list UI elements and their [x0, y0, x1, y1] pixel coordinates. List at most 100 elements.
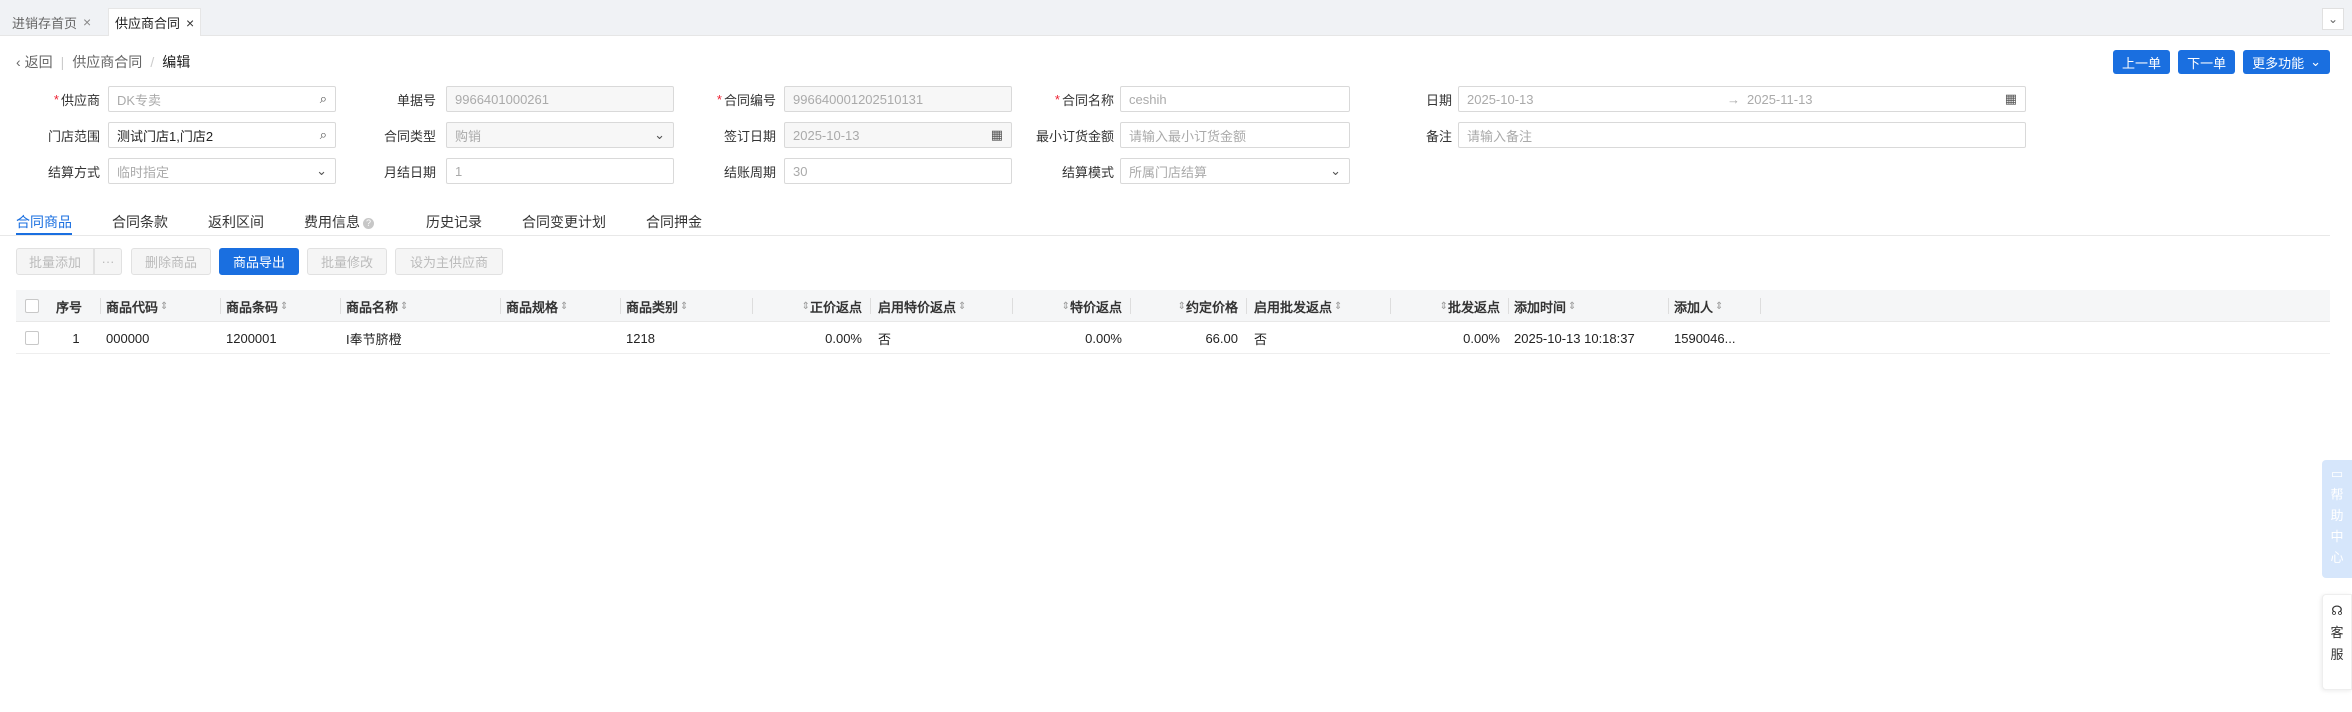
header-seq: 序号	[56, 290, 100, 322]
tab-supplier-contract-label: 供应商合同	[115, 16, 181, 31]
tab-home[interactable]: 进销存首页 ×	[6, 8, 97, 36]
header-spec-label: 商品规格	[506, 299, 559, 315]
calendar-icon[interactable]: ▦	[991, 127, 1003, 143]
tab-contract-terms[interactable]: 合同条款	[112, 212, 168, 232]
tab-supplier-contract[interactable]: 供应商合同 ×	[108, 8, 202, 36]
supplier-input[interactable]: DK专卖 ⌕	[108, 86, 336, 112]
header-agreed-price[interactable]: ⇕ 约定价格	[1130, 290, 1244, 322]
settle-method-select[interactable]: 临时指定 ⌄	[108, 158, 336, 184]
remark-placeholder: 请输入备注	[1467, 128, 1533, 144]
header-spec[interactable]: 商品规格 ⇕	[500, 290, 620, 322]
sort-icon[interactable]: ⇕	[1440, 301, 1448, 312]
column-divider	[1012, 298, 1013, 314]
more-label: 更多功能	[2252, 55, 2305, 71]
sort-icon[interactable]: ⇕	[802, 301, 810, 312]
supplier-placeholder: DK专卖	[117, 92, 162, 108]
batch-add-button[interactable]: 批量添加	[16, 248, 94, 275]
back-label: 返回	[24, 54, 53, 70]
store-range-value: 测试门店1,门店2	[117, 128, 214, 144]
cell-name: I奉节脐橙	[346, 331, 402, 347]
sign-date-value: 2025-10-13	[793, 127, 860, 143]
tab-fee-info-label: 费用信息	[304, 214, 360, 230]
table-row[interactable]: 1 000000 1200001 I奉节脐橙 1218 0.00% 否 0.00…	[16, 322, 2330, 354]
header-adder[interactable]: 添加人 ⇕	[1668, 290, 1758, 322]
min-order-label: 最小订货金额	[1035, 128, 1114, 144]
date-end: 2025-11-13	[1747, 91, 1813, 107]
chevron-down-icon[interactable]: ⌄	[2322, 8, 2344, 30]
sort-icon[interactable]: ⇕	[1062, 301, 1070, 312]
header-wholesale-rebate[interactable]: ⇕ 批发返点	[1394, 290, 1506, 322]
sort-icon[interactable]: ⇕	[280, 301, 288, 312]
header-barcode[interactable]: 商品条码 ⇕	[220, 290, 340, 322]
settle-method-label: 结算方式	[47, 164, 100, 180]
header-special-rebate[interactable]: ⇕ 特价返点	[1016, 290, 1128, 322]
sort-icon[interactable]: ⇕	[560, 301, 568, 312]
tab-deposit[interactable]: 合同押金	[646, 212, 702, 232]
chevron-left-icon: ‹	[16, 54, 21, 70]
store-range-input[interactable]: 测试门店1,门店2 ⌕	[108, 122, 336, 148]
tab-fee-info[interactable]: 费用信息?	[304, 212, 374, 232]
sign-date-input[interactable]: 2025-10-13 ▦	[784, 122, 1012, 148]
breadcrumb-current: 编辑	[162, 54, 191, 70]
contract-type-label: 合同类型	[383, 128, 436, 144]
cell-wholesale-enable: 否	[1254, 331, 1268, 347]
header-name[interactable]: 商品名称 ⇕	[340, 290, 500, 322]
export-goods-button[interactable]: 商品导出	[219, 248, 299, 275]
next-button[interactable]: 下一单	[2178, 50, 2236, 74]
settle-period-label: 结账周期	[723, 164, 776, 180]
cell-agreed-price: 66.00	[1205, 330, 1238, 346]
search-icon[interactable]: ⌕	[320, 91, 327, 107]
chevron-down-icon: ⌄	[654, 127, 665, 142]
sort-icon[interactable]: ⇕	[680, 301, 688, 312]
contract-name-input[interactable]: ceshih	[1120, 86, 1350, 112]
min-order-placeholder: 请输入最小订货金额	[1129, 128, 1247, 144]
sort-icon[interactable]: ⇕	[1568, 301, 1576, 312]
prev-button[interactable]: 上一单	[2113, 50, 2171, 74]
close-icon[interactable]: ×	[186, 15, 194, 31]
header-category[interactable]: 商品类别 ⇕	[620, 290, 756, 322]
sort-icon[interactable]: ⇕	[160, 301, 168, 312]
header-add-time[interactable]: 添加时间 ⇕	[1508, 290, 1668, 322]
tab-rebate-range[interactable]: 返利区间	[208, 212, 264, 232]
settle-period-input[interactable]: 30	[784, 158, 1012, 184]
select-all-checkbox[interactable]	[25, 299, 39, 313]
contract-type-select[interactable]: 购销 ⌄	[446, 122, 674, 148]
tab-contract-goods[interactable]: 合同商品	[16, 212, 72, 232]
batch-add-more-button[interactable]: ···	[94, 248, 122, 275]
sign-date-label: 签订日期	[723, 128, 776, 144]
header-rebate[interactable]: ⇕ 正价返点	[756, 290, 868, 322]
tab-change-plan[interactable]: 合同变更计划	[522, 212, 606, 232]
sort-icon[interactable]: ⇕	[958, 301, 966, 312]
sort-icon[interactable]: ⇕	[1334, 301, 1342, 312]
row-checkbox[interactable]	[25, 331, 39, 345]
sort-icon[interactable]: ⇕	[1715, 301, 1723, 312]
month-day-input[interactable]: 1	[446, 158, 674, 184]
set-main-supplier-button[interactable]: 设为主供应商	[395, 248, 503, 275]
customer-service-button[interactable]: ☊ 客 服	[2322, 594, 2352, 690]
cell-adder: 1590046...	[1674, 330, 1736, 346]
min-order-input[interactable]: 请输入最小订货金额	[1120, 122, 1350, 148]
header-special-enable[interactable]: 启用特价返点 ⇕	[872, 290, 1002, 322]
sort-icon[interactable]: ⇕	[400, 301, 408, 312]
top-actions: 上一单 下一单 更多功能 ⌄	[2113, 50, 2330, 74]
search-icon[interactable]: ⌕	[320, 127, 327, 143]
sort-icon[interactable]: ⇕	[1178, 301, 1186, 312]
header-adder-label: 添加人	[1674, 299, 1714, 315]
batch-edit-button[interactable]: 批量修改	[307, 248, 387, 275]
delete-goods-button[interactable]: 删除商品	[131, 248, 211, 275]
date-range-input[interactable]: 2025-10-13 → 2025-11-13 ▦	[1458, 86, 2026, 112]
remark-input[interactable]: 请输入备注	[1458, 122, 2026, 148]
calendar-icon[interactable]: ▦	[2005, 91, 2017, 107]
help-center-button[interactable]: ▭ 帮 助 中 心	[2322, 460, 2352, 578]
settle-mode-label: 结算模式	[1061, 164, 1114, 180]
settle-mode-select[interactable]: 所属门店结算 ⌄	[1120, 158, 1350, 184]
close-icon[interactable]: ×	[83, 14, 91, 30]
more-button[interactable]: 更多功能 ⌄	[2243, 50, 2330, 74]
tab-history[interactable]: 历史记录	[426, 212, 482, 232]
help-char: 中	[2330, 529, 2344, 544]
header-wholesale-enable[interactable]: 启用批发返点 ⇕	[1248, 290, 1378, 322]
breadcrumb-parent[interactable]: 供应商合同	[72, 52, 142, 72]
back-link[interactable]: ‹ 返回	[16, 52, 53, 72]
contract-no-field: 996640001202510131	[784, 86, 1012, 112]
header-code[interactable]: 商品代码 ⇕	[100, 290, 220, 322]
